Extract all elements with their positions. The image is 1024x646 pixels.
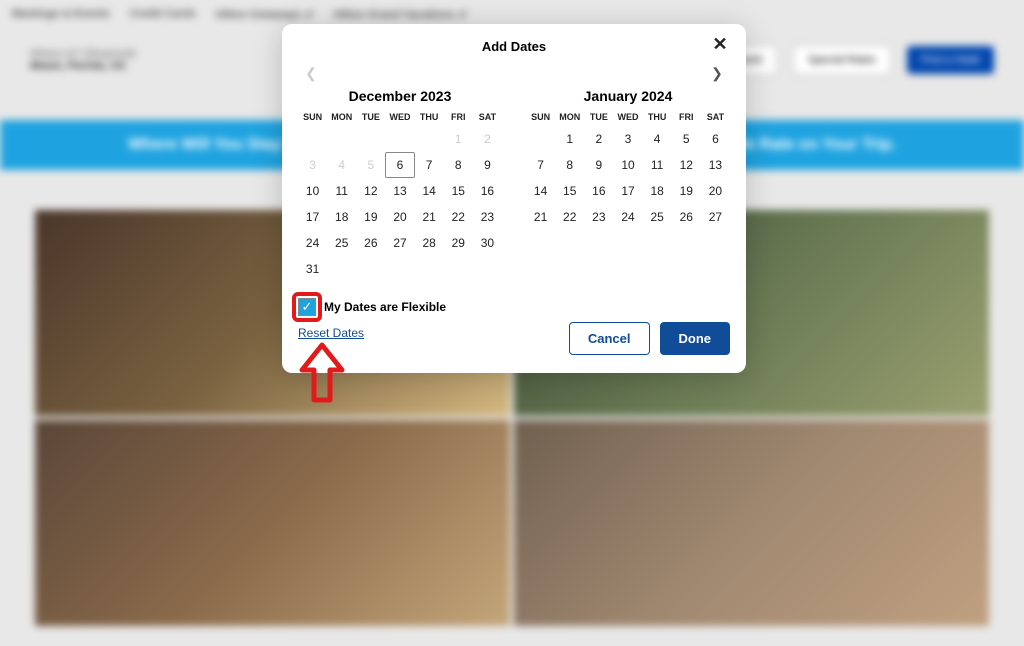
calendar-day[interactable]: 27	[385, 230, 414, 256]
day-of-week-label: MON	[327, 112, 356, 122]
calendar-day[interactable]: 1	[555, 126, 584, 152]
calendar-title: December 2023	[298, 88, 502, 104]
calendar-day[interactable]: 26	[672, 204, 701, 230]
calendar-day[interactable]: 3	[613, 126, 642, 152]
calendar-day[interactable]: 25	[643, 204, 672, 230]
chevron-right-icon[interactable]: ❯	[708, 64, 726, 82]
calendar-day[interactable]: 17	[613, 178, 642, 204]
close-icon[interactable]: ✕	[710, 34, 730, 54]
day-of-week-label: SAT	[473, 112, 502, 122]
calendar-day[interactable]: 2	[584, 126, 613, 152]
calendar-day[interactable]: 22	[555, 204, 584, 230]
rates-pill[interactable]: Special Rates	[793, 45, 891, 75]
calendar-day: 4	[327, 152, 356, 178]
calendar-day[interactable]: 13	[701, 152, 730, 178]
day-of-week-label: MON	[555, 112, 584, 122]
calendar-day[interactable]: 31	[298, 256, 327, 282]
modal-title: Add Dates	[482, 39, 546, 54]
calendar-title: January 2024	[526, 88, 730, 104]
calendar-day[interactable]: 11	[643, 152, 672, 178]
calendar-day[interactable]: 18	[643, 178, 672, 204]
calendar-day[interactable]: 18	[327, 204, 356, 230]
calendar-day[interactable]: 5	[672, 126, 701, 152]
calendar-day[interactable]: 19	[672, 178, 701, 204]
add-dates-modal: Add Dates ✕ ❮ ❯ December 2023SUNMONTUEWE…	[282, 24, 746, 373]
calendar-day[interactable]: 26	[356, 230, 385, 256]
cancel-button[interactable]: Cancel	[569, 322, 650, 355]
calendar-day[interactable]: 6	[701, 126, 730, 152]
calendar-day[interactable]: 24	[298, 230, 327, 256]
reset-dates-link[interactable]: Reset Dates	[298, 326, 364, 340]
nav-link[interactable]: Meetings & Events	[12, 8, 110, 22]
calendar-day[interactable]: 8	[555, 152, 584, 178]
calendar-day[interactable]: 25	[327, 230, 356, 256]
calendar-day[interactable]: 12	[672, 152, 701, 178]
calendar-day[interactable]: 16	[473, 178, 502, 204]
done-button[interactable]: Done	[660, 322, 731, 355]
nav-link[interactable]: Credit Cards	[130, 8, 196, 22]
day-of-week-label: WED	[385, 112, 414, 122]
flexible-dates-label: My Dates are Flexible	[324, 300, 446, 314]
calendar-day[interactable]: 23	[473, 204, 502, 230]
calendar-day[interactable]: 12	[356, 178, 385, 204]
day-of-week-label: THU	[643, 112, 672, 122]
calendar-day[interactable]: 8	[444, 152, 473, 178]
calendar-day[interactable]: 23	[584, 204, 613, 230]
chevron-left-icon[interactable]: ❮	[302, 64, 320, 82]
calendar-day[interactable]: 19	[356, 204, 385, 230]
calendar-day[interactable]: 17	[298, 204, 327, 230]
day-of-week-label: FRI	[672, 112, 701, 122]
calendar-day: 1	[444, 126, 473, 152]
calendar-month: December 2023SUNMONTUEWEDTHUFRISAT123456…	[298, 88, 502, 282]
calendar-day[interactable]: 22	[444, 204, 473, 230]
flexible-dates-checkbox[interactable]: ✓	[298, 298, 316, 316]
calendar-day: 5	[356, 152, 385, 178]
calendar-day[interactable]: 13	[385, 178, 414, 204]
calendar-day[interactable]: 6	[385, 152, 414, 178]
calendar-day: 2	[473, 126, 502, 152]
calendar-day[interactable]: 21	[526, 204, 555, 230]
calendar-day[interactable]: 4	[643, 126, 672, 152]
calendar-day[interactable]: 14	[526, 178, 555, 204]
day-of-week-label: TUE	[356, 112, 385, 122]
calendar-day[interactable]: 21	[415, 204, 444, 230]
day-of-week-label: TUE	[584, 112, 613, 122]
day-of-week-label: SUN	[526, 112, 555, 122]
calendar-day[interactable]: 20	[385, 204, 414, 230]
calendar-day[interactable]: 29	[444, 230, 473, 256]
calendar-day[interactable]: 7	[415, 152, 444, 178]
day-of-week-label: FRI	[444, 112, 473, 122]
find-hotel-button[interactable]: Find a Hotel	[907, 46, 994, 74]
day-of-week-label: WED	[613, 112, 642, 122]
calendar-day[interactable]: 16	[584, 178, 613, 204]
calendar-day[interactable]: 15	[444, 178, 473, 204]
calendar-day[interactable]: 11	[327, 178, 356, 204]
calendar-day[interactable]: 14	[415, 178, 444, 204]
calendar-day[interactable]: 9	[584, 152, 613, 178]
nav-link[interactable]: Hilton Grand Vacations ⇗	[334, 8, 467, 22]
calendar-day[interactable]: 20	[701, 178, 730, 204]
calendar-day[interactable]: 10	[613, 152, 642, 178]
calendar-month: January 2024SUNMONTUEWEDTHUFRISAT1234567…	[526, 88, 730, 282]
calendar-day[interactable]: 24	[613, 204, 642, 230]
day-of-week-label: THU	[415, 112, 444, 122]
nav-link[interactable]: Hilton Getaways ⇗	[216, 8, 314, 22]
day-of-week-label: SAT	[701, 112, 730, 122]
calendar-day[interactable]: 27	[701, 204, 730, 230]
calendar-day[interactable]: 7	[526, 152, 555, 178]
calendar-day[interactable]: 10	[298, 178, 327, 204]
calendar-day: 3	[298, 152, 327, 178]
day-of-week-label: SUN	[298, 112, 327, 122]
calendar-day[interactable]: 28	[415, 230, 444, 256]
calendar-day[interactable]: 15	[555, 178, 584, 204]
calendar-day[interactable]: 9	[473, 152, 502, 178]
calendar-day[interactable]: 30	[473, 230, 502, 256]
